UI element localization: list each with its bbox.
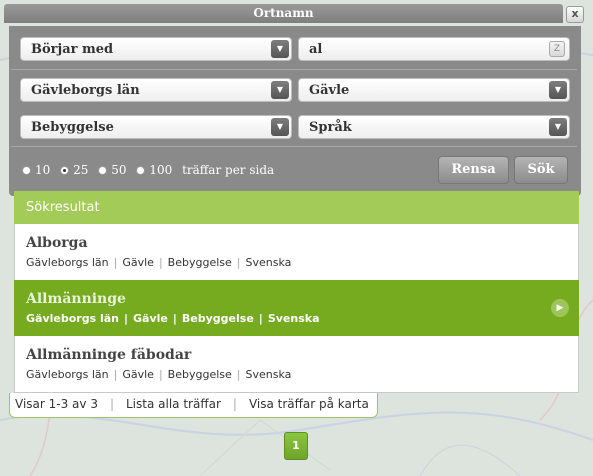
language-value: Språk	[309, 120, 352, 135]
close-icon: x	[571, 7, 579, 20]
chevron-down-icon[interactable]: ▼	[271, 40, 289, 58]
radio-selected-icon[interactable]	[60, 166, 70, 175]
result-meta: Gävleborgs län | Gävle | Bebyggelse | Svenska	[26, 256, 292, 269]
result-item[interactable]: Allmänninge fäbodar Gävleborgs län | Gävle…	[14, 336, 579, 392]
match-mode-select[interactable]: Börjar med ▼	[20, 37, 292, 61]
result-name: Alborga	[26, 235, 88, 251]
radio-icon[interactable]	[22, 166, 31, 175]
type-select[interactable]: Bebyggelse ▼	[20, 115, 292, 139]
close-button[interactable]: x	[566, 6, 584, 23]
county-value: Gävleborgs län	[31, 83, 140, 98]
result-name: Allmänninge fäbodar	[26, 347, 192, 363]
paging-suffix: träffar per sida	[182, 163, 275, 177]
paging-option-100[interactable]: 100	[136, 163, 172, 177]
result-item[interactable]: Alborga Gävleborgs län | Gävle | Bebyggelse |…	[14, 224, 579, 280]
search-input[interactable]: al Z	[298, 37, 570, 61]
paging-option-25[interactable]: 25	[60, 163, 88, 177]
dialog-title: Ortnamn	[4, 4, 563, 23]
search-input-value: al	[309, 42, 323, 57]
result-name: Allmänninge	[26, 291, 126, 307]
chevron-down-icon[interactable]: ▼	[549, 118, 567, 136]
divider	[11, 69, 577, 70]
chevron-down-icon[interactable]: ▼	[549, 81, 567, 99]
arrow-right-icon[interactable]: ▶	[551, 299, 569, 317]
paging-option-10[interactable]: 10	[22, 163, 50, 177]
result-count: Visar 1-3 av 3	[15, 397, 98, 411]
divider	[11, 146, 577, 147]
clear-icon[interactable]: Z	[549, 41, 565, 57]
result-meta: Gävleborgs län | Gävle | Bebyggelse | Svenska	[26, 368, 292, 381]
radio-icon[interactable]	[98, 166, 108, 175]
results-footer: Visar 1-3 av 3 | Lista alla träffar | Visa t…	[9, 393, 378, 418]
language-select[interactable]: Språk ▼	[298, 115, 570, 139]
match-mode-value: Börjar med	[31, 42, 114, 57]
results-header: Sökresultat	[14, 191, 579, 224]
result-item-selected[interactable]: Allmänninge Gävleborgs län | Gävle | Bebygge…	[14, 280, 579, 336]
municipality-select[interactable]: Gävle ▼	[298, 78, 570, 102]
chevron-down-icon[interactable]: ▼	[271, 118, 289, 136]
list-all-link[interactable]: Lista alla träffar	[126, 397, 221, 411]
reset-button[interactable]: Rensa	[438, 156, 509, 184]
county-select[interactable]: Gävleborgs län ▼	[20, 78, 292, 102]
paging-option-50[interactable]: 50	[98, 163, 127, 177]
search-button[interactable]: Sök	[514, 156, 568, 184]
municipality-value: Gävle	[309, 83, 350, 98]
type-value: Bebyggelse	[31, 120, 114, 135]
result-meta: Gävleborgs län | Gävle | Bebyggelse | Svenska	[26, 312, 320, 325]
chevron-down-icon[interactable]: ▼	[271, 81, 289, 99]
page-1-button[interactable]: 1	[284, 432, 308, 460]
paging-options: 10 25 50 100 träffar per sida	[22, 161, 274, 179]
show-on-map-link[interactable]: Visa träffar på karta	[249, 397, 369, 411]
radio-icon[interactable]	[136, 166, 146, 175]
